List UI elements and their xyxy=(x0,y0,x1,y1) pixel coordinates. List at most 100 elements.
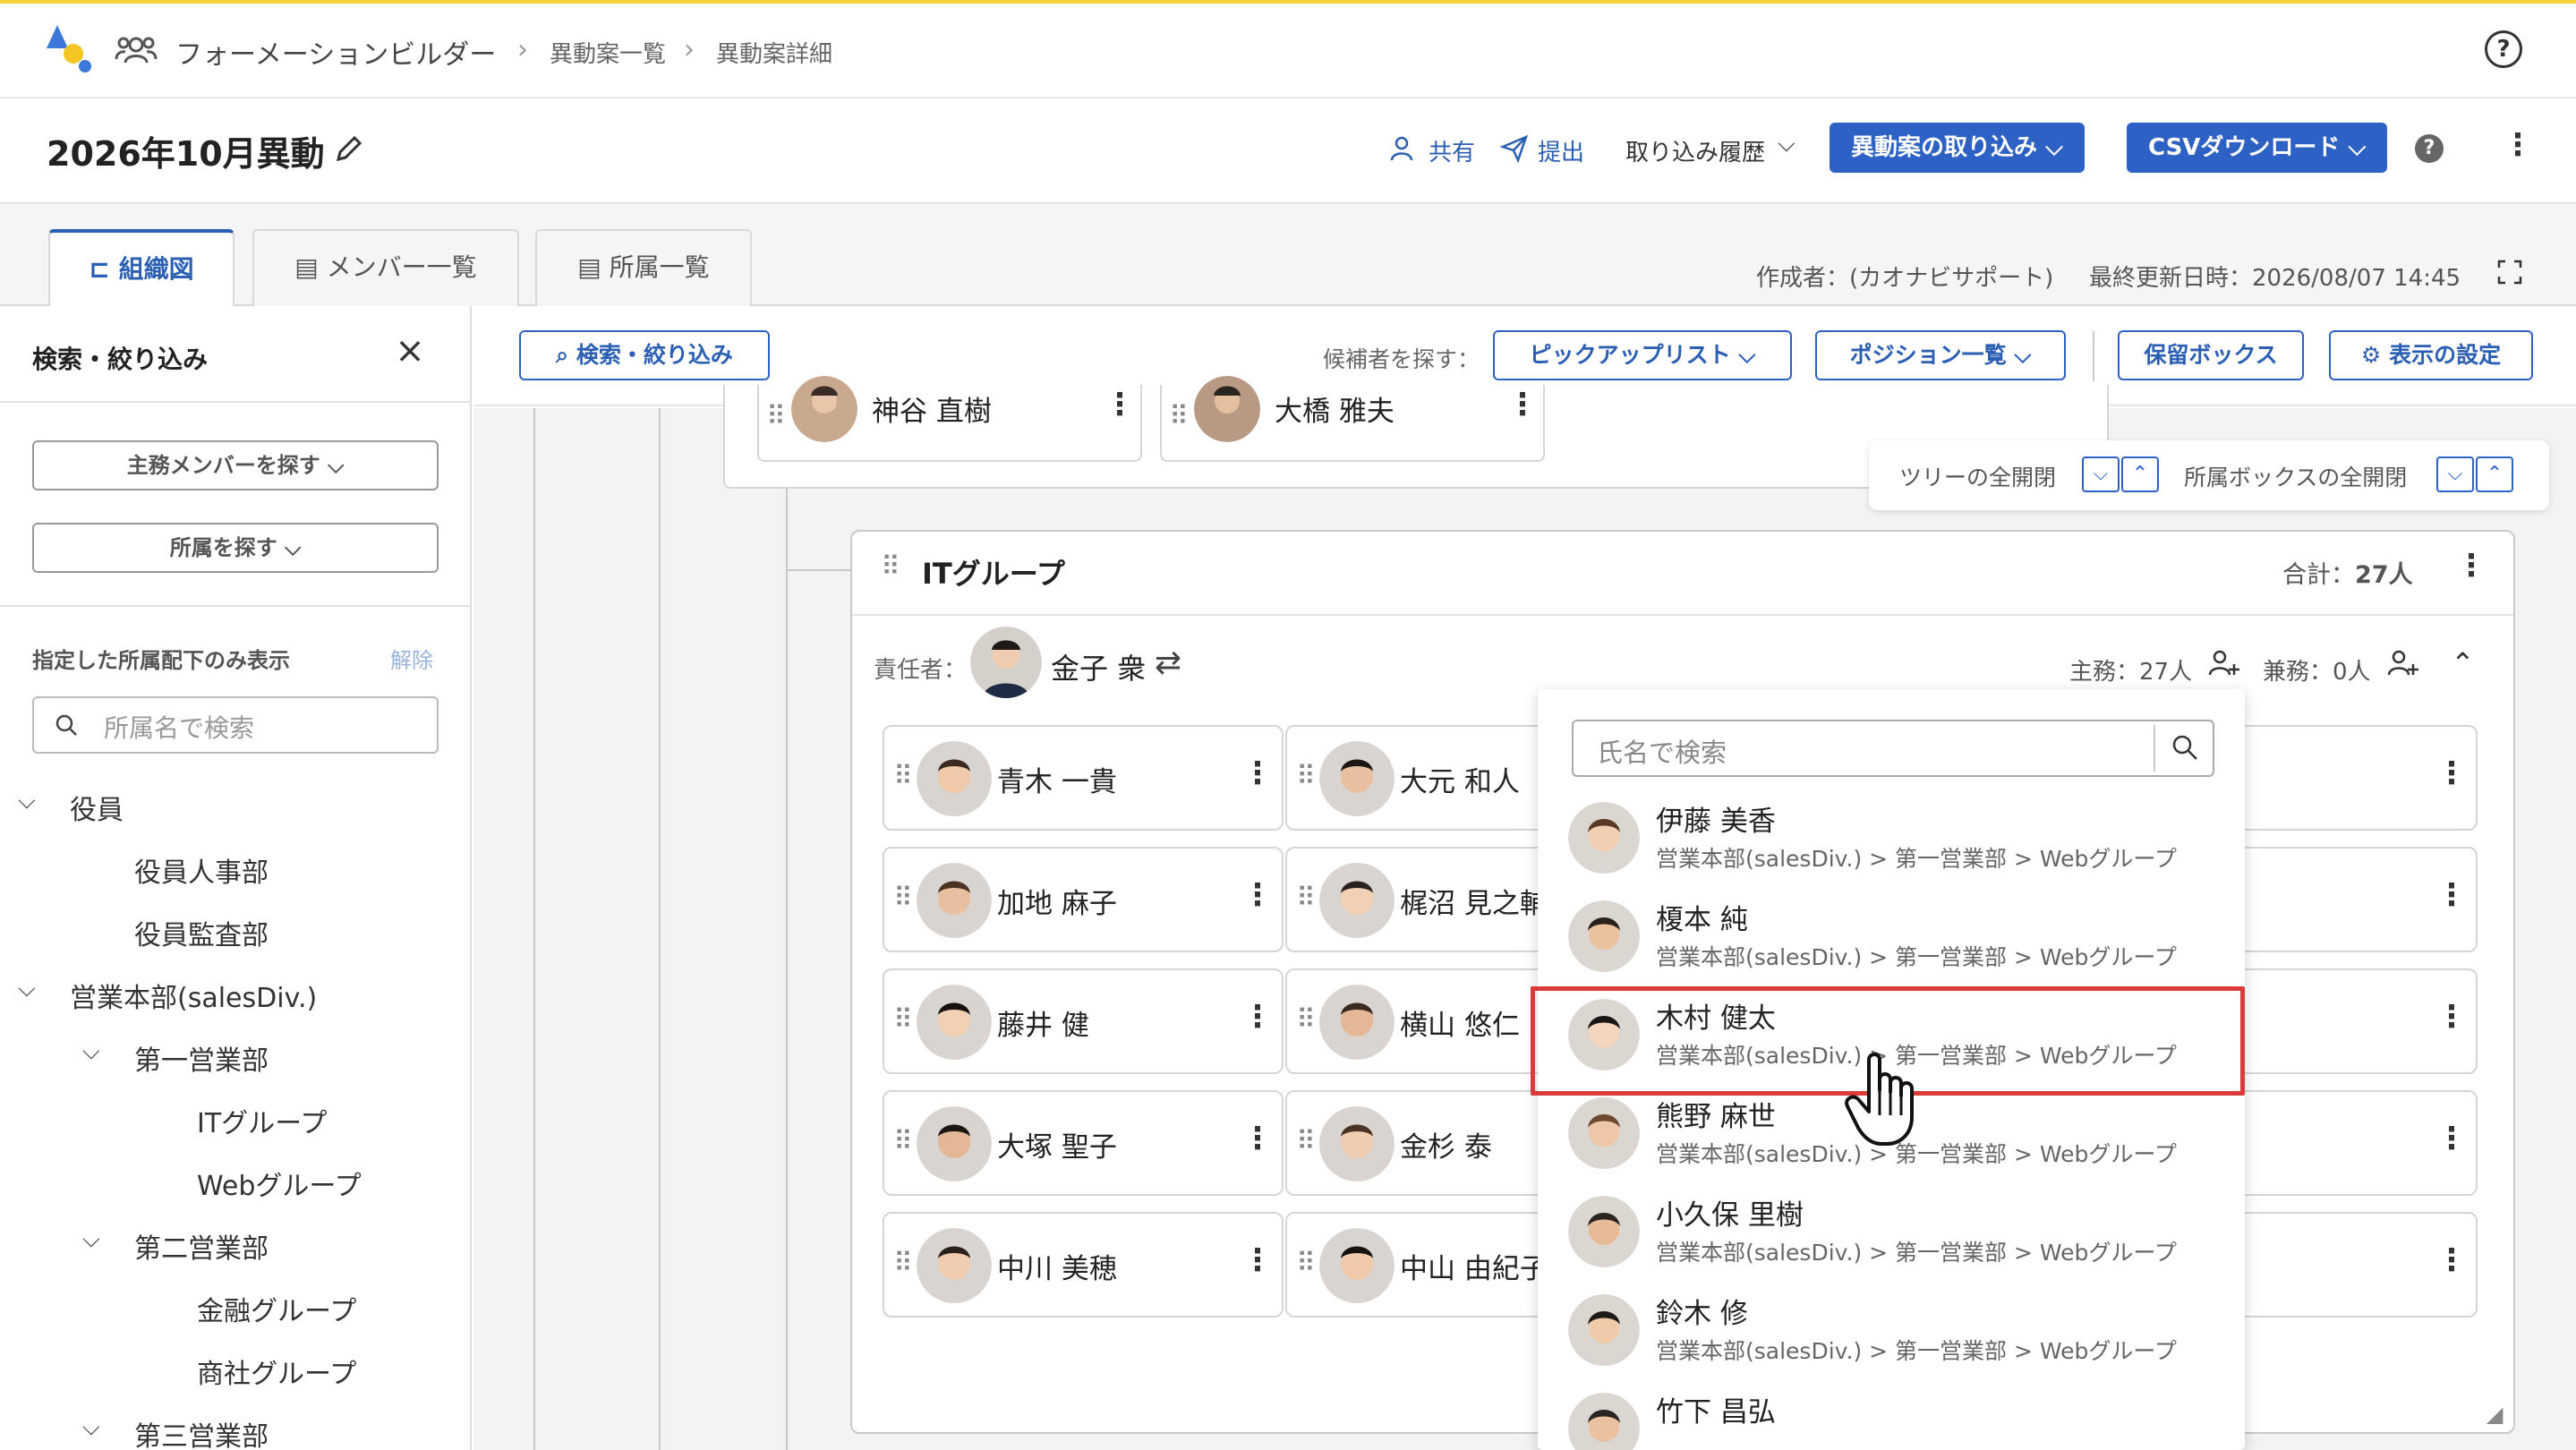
candidate-item[interactable]: 小久保 里樹 営業本部(salesDiv.) > 第一営業部 > Webグループ xyxy=(1538,1181,2245,1280)
share-icon xyxy=(1390,136,1413,161)
member-name: 青木 一貴 xyxy=(997,766,1117,798)
member-card[interactable]: ⠿ 中川 美穂 ⋮ xyxy=(883,1212,1284,1318)
drag-handle-icon[interactable]: ⠿ xyxy=(1296,761,1316,792)
candidate-item[interactable]: 竹下 昌弘 xyxy=(1538,1378,2245,1450)
member-card[interactable]: ⠿ 神谷 直樹 ⋮ xyxy=(757,376,1142,462)
question-icon[interactable]: ? xyxy=(2415,134,2444,163)
drag-handle-icon[interactable]: ⠿ xyxy=(1296,1004,1316,1036)
more-menu-icon[interactable]: ⋮ xyxy=(1242,877,1273,913)
more-menu-icon[interactable]: ⋮ xyxy=(1242,1242,1273,1278)
more-menu-icon[interactable]: ⋮ xyxy=(2436,999,2467,1035)
candidate-item[interactable]: 榎本 純営業本部(salesDiv.) > 第一営業部 > Webグループ xyxy=(1538,886,2245,985)
more-menu-icon[interactable]: ⋮ xyxy=(2456,548,2486,584)
tree-item-sales-3[interactable]: 第三営業部 xyxy=(134,1414,269,1450)
edit-pencil-icon[interactable] xyxy=(331,131,367,166)
tree-item-executives[interactable]: 役員 xyxy=(70,788,124,827)
candidate-dept-path: 営業本部(salesDiv.) > 第一営業部 > Webグループ xyxy=(1656,1240,2177,1266)
tab-dept-list[interactable]: ▤ 所属一覧 xyxy=(535,229,752,306)
close-icon[interactable]: × xyxy=(392,333,428,369)
csv-download-button[interactable]: CSVダウンロード ⌵ xyxy=(2127,123,2388,173)
member-card[interactable]: ⠿ 青木 一貴 ⋮ xyxy=(883,725,1284,831)
clear-filter-link[interactable]: 解除 xyxy=(390,643,433,674)
import-transfer-button[interactable]: 異動案の取り込み ⌵ xyxy=(1830,123,2085,173)
hold-box-button[interactable]: 保留ボックス xyxy=(2118,330,2304,380)
chevron-down-icon[interactable]: ⌵ xyxy=(82,1414,100,1442)
more-menu-icon[interactable]: ⋮ xyxy=(2436,1121,2467,1156)
member-card[interactable]: ⠿ 大橋 雅夫 ⋮ xyxy=(1160,376,1545,462)
box-expand-all-button[interactable]: ⌃ xyxy=(2476,456,2513,492)
tree-item-sales-2[interactable]: 第二営業部 xyxy=(134,1226,269,1266)
tree-item-sales-division[interactable]: 営業本部(salesDiv.) xyxy=(70,976,317,1015)
hand-cursor-icon xyxy=(1845,1053,1914,1146)
csv-download-label: CSVダウンロード xyxy=(2148,134,2341,161)
display-settings-button[interactable]: ⚙ 表示の設定 xyxy=(2329,330,2533,380)
member-card[interactable]: ⠿ 加地 麻子 ⋮ xyxy=(883,847,1284,952)
drag-handle-icon[interactable]: ⠿ xyxy=(893,883,913,914)
breadcrumb-transfer-list[interactable]: 異動案一覧 xyxy=(550,36,666,69)
member-card[interactable]: ⠿ 大塚 聖子 ⋮ xyxy=(883,1090,1284,1196)
more-menu-icon[interactable]: ⋮ xyxy=(1242,755,1273,791)
chevron-down-icon[interactable]: ⌵ xyxy=(82,1038,100,1066)
position-list-button[interactable]: ポジション一覧 ⌵ xyxy=(1815,330,2066,380)
candidate-item[interactable]: 鈴木 修営業本部(salesDiv.) > 第一営業部 > Webグループ xyxy=(1538,1280,2245,1378)
more-menu-icon[interactable]: ⋮ xyxy=(1242,1121,1273,1156)
tree-expand-all-button[interactable]: ⌃ xyxy=(2121,456,2159,492)
add-user-icon[interactable] xyxy=(2205,646,2241,682)
tab-member-list-label: メンバー一覧 xyxy=(326,252,477,282)
search-filter-button[interactable]: ⌕ 検索・絞り込み xyxy=(519,330,770,380)
tree-item-exec-hr[interactable]: 役員人事部 xyxy=(134,850,269,890)
swap-icon[interactable]: ⇄ xyxy=(1155,644,1181,681)
chevron-up-icon[interactable]: ⌃ xyxy=(2451,646,2475,680)
share-button[interactable]: 共有 xyxy=(1429,134,1475,167)
submit-button[interactable]: 提出 xyxy=(1538,134,1584,167)
drag-handle-icon[interactable]: ⠿ xyxy=(893,1126,913,1157)
chevron-down-icon[interactable]: ⌵ xyxy=(18,788,36,815)
drag-handle-icon[interactable]: ⠿ xyxy=(1296,1126,1316,1157)
gear-icon: ⚙ xyxy=(2360,342,2382,368)
more-menu-icon[interactable]: ⋮ xyxy=(2503,127,2533,163)
find-dept-button[interactable]: 所属を探す ⌵ xyxy=(32,523,439,573)
help-icon[interactable]: ? xyxy=(2485,30,2522,68)
tab-member-list[interactable]: ▤ メンバー一覧 xyxy=(252,229,519,306)
tree-item-sales-1[interactable]: 第一営業部 xyxy=(134,1038,269,1078)
add-user-icon[interactable] xyxy=(2384,646,2420,682)
more-menu-icon[interactable]: ⋮ xyxy=(2436,755,2467,791)
more-menu-icon[interactable]: ⋮ xyxy=(2436,1242,2467,1278)
divider xyxy=(2154,725,2155,772)
tree-item-finance-group[interactable]: 金融グループ xyxy=(197,1289,356,1328)
app-logo-icon[interactable] xyxy=(45,21,98,75)
drag-handle-icon[interactable]: ⠿ xyxy=(1169,401,1189,432)
drag-handle-icon[interactable]: ⠿ xyxy=(893,1004,913,1036)
tree-item-it-group[interactable]: ITグループ xyxy=(197,1101,327,1140)
drag-handle-icon[interactable]: ⠿ xyxy=(881,551,900,583)
drag-handle-icon[interactable]: ⠿ xyxy=(893,1248,913,1279)
tree-collapse-all-button[interactable]: ⌵ xyxy=(2082,456,2120,492)
leader-name[interactable]: 金子 衆 xyxy=(1051,646,1146,687)
member-card[interactable]: ⠿ 藤井 健 ⋮ xyxy=(883,968,1284,1074)
drag-handle-icon[interactable]: ⠿ xyxy=(1296,1248,1316,1279)
tree-item-web-group[interactable]: Webグループ xyxy=(197,1164,362,1203)
find-main-member-button[interactable]: 主務メンバーを探す ⌵ xyxy=(32,440,439,490)
candidate-item[interactable]: 伊藤 美香 営業本部(salesDiv.) > 第一営業部 > Webグループ xyxy=(1538,788,2245,886)
app-name[interactable]: フォーメーションビルダー xyxy=(175,32,496,72)
chevron-down-icon[interactable]: ⌵ xyxy=(82,1226,100,1254)
chevron-down-icon[interactable]: ⌵ xyxy=(18,976,36,1003)
search-icon[interactable] xyxy=(2170,732,2200,763)
more-menu-icon[interactable]: ⋮ xyxy=(1105,387,1135,422)
fullscreen-icon[interactable] xyxy=(2495,258,2524,286)
drag-handle-icon[interactable]: ⠿ xyxy=(766,401,786,432)
connector-line xyxy=(786,569,850,571)
more-menu-icon[interactable]: ⋮ xyxy=(1507,387,1538,422)
drag-handle-icon[interactable]: ⠿ xyxy=(893,761,913,792)
tree-item-trading-group[interactable]: 商社グループ xyxy=(197,1352,356,1391)
drag-handle-icon[interactable]: ⠿ xyxy=(1296,883,1316,914)
resize-handle-icon[interactable]: ◢ xyxy=(2486,1402,2503,1427)
more-menu-icon[interactable]: ⋮ xyxy=(2436,877,2467,913)
dept-search-placeholder: 所属名で検索 xyxy=(104,713,255,743)
pickup-list-button[interactable]: ピックアップリスト ⌵ xyxy=(1493,330,1792,380)
tree-item-exec-audit[interactable]: 役員監査部 xyxy=(134,913,269,952)
box-collapse-all-button[interactable]: ⌵ xyxy=(2436,456,2474,492)
import-history-dropdown[interactable]: 取り込み履歴 xyxy=(1625,134,1765,167)
tab-org-chart[interactable]: ⊏ 組織図 xyxy=(48,229,235,308)
more-menu-icon[interactable]: ⋮ xyxy=(1242,999,1273,1035)
